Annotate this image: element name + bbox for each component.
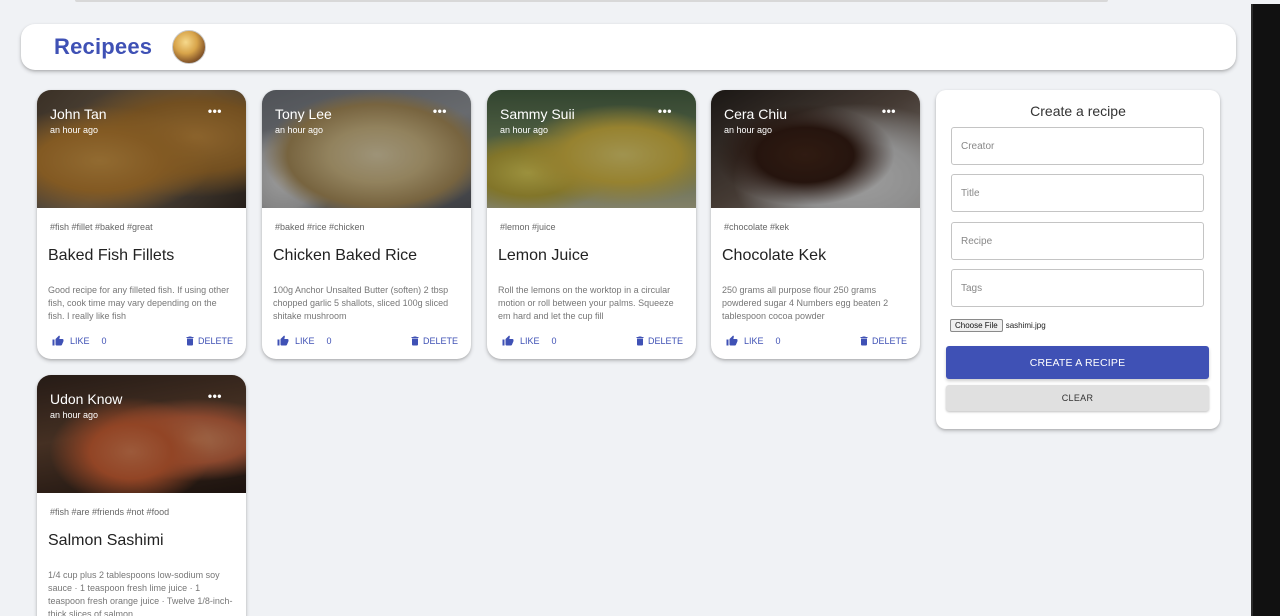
recipe-message: 250 grams all purpose flour 250 grams po… — [722, 285, 889, 321]
like-label: LIKE — [744, 336, 764, 346]
recipe-title: Baked Fish Fillets — [48, 247, 175, 264]
recipe-image: John Tan an hour ago ••• — [37, 90, 246, 208]
app-title: Recipees — [54, 34, 153, 59]
delete-button[interactable]: DELETE — [858, 335, 907, 347]
thumb-up-icon — [502, 335, 514, 346]
like-label: LIKE — [520, 336, 540, 346]
create-recipe-button[interactable]: CREATE A RECIPE — [946, 346, 1209, 379]
like-label: LIKE — [70, 336, 90, 346]
post-time: an hour ago — [724, 125, 773, 135]
recipe-card: John Tan an hour ago ••• #fish #fillet #… — [37, 90, 246, 359]
creator-name: John Tan — [50, 106, 107, 122]
recipe-tags: #fish #are #friends #not #food — [50, 507, 170, 517]
delete-button[interactable]: DELETE — [634, 335, 683, 347]
like-label: LIKE — [295, 336, 315, 346]
selected-file-name: sashimi.jpg — [1005, 321, 1046, 330]
recipe-input[interactable]: Recipe — [951, 222, 1204, 260]
recipe-message: Roll the lemons on the worktop in a circ… — [498, 285, 674, 321]
delete-button[interactable]: DELETE — [409, 335, 458, 347]
post-time: an hour ago — [50, 410, 99, 420]
creator-input[interactable]: Creator — [951, 127, 1204, 165]
recipe-card: Cera Chiu an hour ago ••• #chocolate #ke… — [711, 90, 920, 359]
card-actions: LIKE 0 DELETE — [711, 323, 920, 357]
thumb-up-icon — [52, 335, 64, 346]
recipe-tags: #lemon #juice — [500, 222, 556, 232]
more-options-icon[interactable]: ••• — [658, 104, 672, 118]
recipe-title: Chocolate Kek — [722, 247, 827, 264]
creator-name: Cera Chiu — [724, 106, 788, 122]
post-time: an hour ago — [500, 125, 549, 135]
create-recipe-form: Create a recipe Creator Title Recipe Tag… — [936, 90, 1220, 429]
post-time: an hour ago — [50, 125, 99, 135]
creator-name: Tony Lee — [275, 106, 332, 122]
trash-icon — [636, 336, 644, 346]
recipe-title: Chicken Baked Rice — [273, 247, 418, 264]
recipe-message: 1/4 cup plus 2 tablespoons low-sodium so… — [48, 570, 233, 616]
app-bar: Recipees — [21, 24, 1236, 70]
delete-label: DELETE — [422, 336, 458, 346]
card-actions: LIKE 0 DELETE — [487, 323, 696, 357]
recipe-image: Sammy Suii an hour ago ••• — [487, 90, 696, 208]
recipe-image: Cera Chiu an hour ago ••• — [711, 90, 920, 208]
thumb-up-icon — [726, 335, 738, 346]
like-button[interactable]: LIKE 0 — [52, 335, 107, 347]
recipe-card: Sammy Suii an hour ago ••• #lemon #juice… — [487, 90, 696, 359]
recipe-image: Udon Know an hour ago ••• — [37, 375, 246, 493]
recipe-tags: #fish #fillet #baked #great — [50, 222, 153, 232]
like-count: 0 — [551, 336, 557, 346]
title-input[interactable]: Title — [951, 174, 1204, 212]
post-time: an hour ago — [275, 125, 324, 135]
more-options-icon[interactable]: ••• — [433, 104, 447, 118]
form-title: Create a recipe — [1030, 103, 1126, 119]
creator-name: Sammy Suii — [500, 106, 575, 122]
like-button[interactable]: LIKE 0 — [726, 335, 781, 347]
creator-name: Udon Know — [50, 391, 123, 407]
right-side-panel — [1253, 4, 1280, 616]
more-options-icon[interactable]: ••• — [882, 104, 896, 118]
recipe-card: Udon Know an hour ago ••• #fish #are #fr… — [37, 375, 246, 616]
avatar-logo-icon — [172, 30, 207, 64]
delete-label: DELETE — [647, 336, 683, 346]
delete-label: DELETE — [197, 336, 233, 346]
trash-icon — [186, 336, 194, 346]
recipe-title: Salmon Sashimi — [48, 532, 164, 549]
trash-icon — [411, 336, 419, 346]
recipe-image: Tony Lee an hour ago ••• — [262, 90, 471, 208]
more-options-icon[interactable]: ••• — [208, 389, 222, 403]
like-count: 0 — [101, 336, 107, 346]
like-count: 0 — [775, 336, 781, 346]
recipe-card: Tony Lee an hour ago ••• #baked #rice #c… — [262, 90, 471, 359]
like-button[interactable]: LIKE 0 — [502, 335, 557, 347]
card-actions: LIKE 0 DELETE — [37, 323, 246, 357]
delete-label: DELETE — [871, 336, 907, 346]
like-button[interactable]: LIKE 0 — [277, 335, 332, 347]
recipe-message: Good recipe for any filleted fish. If us… — [48, 285, 230, 321]
recipe-message: 100g Anchor Unsalted Butter (soften) 2 t… — [273, 285, 449, 321]
recipe-tags: #baked #rice #chicken — [275, 222, 365, 232]
recipe-title: Lemon Juice — [498, 247, 589, 264]
choose-file-button[interactable]: Choose File — [950, 319, 1003, 332]
card-actions: LIKE 0 DELETE — [262, 323, 471, 357]
browser-top-strip — [75, 0, 1108, 2]
trash-icon — [860, 336, 868, 346]
tags-input[interactable]: Tags — [951, 269, 1204, 307]
more-options-icon[interactable]: ••• — [208, 104, 222, 118]
thumb-up-icon — [277, 335, 289, 346]
like-count: 0 — [326, 336, 332, 346]
file-upload: Choose File sashimi.jpg — [950, 319, 1046, 332]
recipe-tags: #chocolate #kek — [724, 222, 790, 232]
delete-button[interactable]: DELETE — [184, 335, 233, 347]
clear-button[interactable]: CLEAR — [946, 385, 1209, 411]
